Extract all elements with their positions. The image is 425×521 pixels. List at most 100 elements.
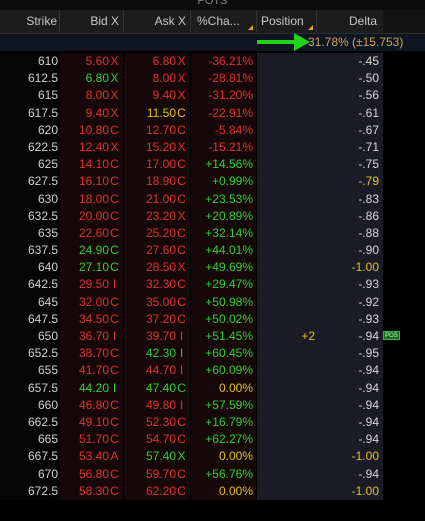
table-row[interactable]: 660 46.80 C 49.80 I +57.59% -.94: [0, 396, 425, 414]
ask-cell[interactable]: 39.70 I: [124, 328, 190, 346]
header-strike[interactable]: Strike: [0, 10, 60, 33]
table-row[interactable]: 655 41.70 C 44.70 I +60.09% -.94: [0, 362, 425, 380]
table-row[interactable]: 637.5 24.90 C 27.60 C +44.01% -.90: [0, 242, 425, 260]
bid-cell[interactable]: 24.90 C: [60, 242, 123, 260]
ask-cell[interactable]: 23.20 X: [124, 207, 190, 225]
bid-cell[interactable]: 20.00 C: [60, 207, 123, 225]
position-cell[interactable]: [257, 310, 317, 328]
ask-cell[interactable]: 57.40 X: [124, 448, 190, 466]
table-row[interactable]: 652.5 38.70 C 42.30 I +60.45% -.95: [0, 345, 425, 363]
ask-cell[interactable]: 35.00 C: [124, 293, 190, 311]
position-cell[interactable]: [257, 242, 317, 260]
bid-cell[interactable]: 14.10 C: [60, 156, 123, 174]
table-row[interactable]: 662.5 49.10 C 52.30 C +16.79% -.94: [0, 413, 425, 432]
ask-cell[interactable]: 42.30 I: [124, 345, 190, 363]
ask-cell[interactable]: 62.20 C: [124, 482, 190, 500]
table-row[interactable]: 640 27.10 C 28.50 X +49.69% -1.00: [0, 259, 425, 277]
bid-cell[interactable]: 8.00 X: [60, 87, 123, 105]
bid-cell[interactable]: 44.20 I: [60, 379, 123, 397]
ask-cell[interactable]: 12.70 C: [124, 121, 190, 139]
bid-cell[interactable]: 49.10 C: [60, 413, 123, 432]
bid-cell[interactable]: 12.40 X: [60, 138, 123, 157]
bid-cell[interactable]: 56.80 C: [60, 465, 123, 483]
ask-cell[interactable]: 25.20 C: [124, 224, 190, 243]
table-row[interactable]: 630 18.00 C 21.00 C +23.53% -.83: [0, 190, 425, 208]
header-position[interactable]: Position: [257, 10, 317, 33]
position-cell[interactable]: [257, 87, 317, 105]
table-row[interactable]: 620 10.80 C 12.70 C -5.84% -.67: [0, 121, 425, 139]
ask-cell[interactable]: 37.20 C: [124, 310, 190, 328]
position-cell[interactable]: [257, 448, 317, 466]
table-row[interactable]: 612.5 6.80 X 8.00 X -28.81% -.50: [0, 70, 425, 88]
bid-cell[interactable]: 38.70 C: [60, 345, 123, 363]
position-cell[interactable]: [257, 53, 317, 71]
ask-cell[interactable]: 9.40 X: [124, 87, 190, 105]
position-cell[interactable]: [257, 482, 317, 500]
table-row[interactable]: 667.5 53.40 A 57.40 X 0.00% -1.00: [0, 448, 425, 466]
bid-cell[interactable]: 10.80 C: [60, 121, 123, 139]
bid-cell[interactable]: 53.40 A: [60, 448, 123, 466]
position-cell[interactable]: [257, 293, 317, 311]
table-row[interactable]: 610 5.60 X 6.80 X -36.21% -.45: [0, 53, 425, 71]
table-row[interactable]: 650 36.70 I 39.70 I +51.45% +2 -.94 POS: [0, 328, 425, 346]
bid-cell[interactable]: 34.50 C: [60, 310, 123, 328]
bid-cell[interactable]: 22.60 C: [60, 224, 123, 243]
ask-cell[interactable]: 32.30 C: [124, 276, 190, 294]
ask-cell[interactable]: 21.00 C: [124, 190, 190, 208]
table-row[interactable]: 645 32.00 C 35.00 C +50.98% -.92: [0, 293, 425, 311]
table-row[interactable]: 670 56.80 C 59.70 C +56.76% -.94: [0, 465, 425, 483]
position-cell[interactable]: [257, 465, 317, 483]
position-cell[interactable]: [257, 224, 317, 243]
ask-cell[interactable]: 18.90 C: [124, 173, 190, 191]
position-cell[interactable]: [257, 362, 317, 380]
position-cell[interactable]: [257, 379, 317, 397]
table-row[interactable]: 657.5 44.20 I 47.40 C 0.00% -.94: [0, 379, 425, 397]
position-cell[interactable]: [257, 121, 317, 139]
header-ask[interactable]: Ask X: [124, 10, 191, 33]
position-cell[interactable]: [257, 431, 317, 449]
table-row[interactable]: 627.5 16.10 C 18.90 C +0.99% -.79: [0, 173, 425, 191]
position-cell[interactable]: [257, 259, 317, 277]
position-cell[interactable]: [257, 345, 317, 363]
table-row[interactable]: 665 51.70 C 54.70 C +62.27% -.94: [0, 431, 425, 449]
bid-cell[interactable]: 36.70 I: [60, 328, 123, 346]
bid-cell[interactable]: 46.80 C: [60, 396, 123, 414]
table-row[interactable]: 625 14.10 C 17.00 C +14.56% -.75: [0, 156, 425, 174]
ask-cell[interactable]: 28.50 X: [124, 259, 190, 277]
position-cell[interactable]: [257, 156, 317, 174]
bid-cell[interactable]: 9.40 X: [60, 104, 123, 122]
table-row[interactable]: 647.5 34.50 C 37.20 C +50.02% -.93: [0, 310, 425, 328]
position-cell[interactable]: [257, 104, 317, 122]
ask-cell[interactable]: 49.80 I: [124, 396, 190, 414]
bid-cell[interactable]: 27.10 C: [60, 259, 123, 277]
table-row[interactable]: 622.5 12.40 X 15.20 X -15.21% -.71: [0, 138, 425, 157]
position-cell[interactable]: [257, 276, 317, 294]
table-row[interactable]: 642.5 29.50 I 32.30 C +29.47% -.93: [0, 276, 425, 294]
position-cell[interactable]: +2: [257, 328, 317, 346]
position-cell[interactable]: [257, 396, 317, 414]
ask-cell[interactable]: 47.40 C: [124, 379, 190, 397]
position-cell[interactable]: [257, 207, 317, 225]
header-change[interactable]: %Cha...: [191, 10, 257, 33]
ask-cell[interactable]: 52.30 C: [124, 413, 190, 432]
ask-cell[interactable]: 59.70 C: [124, 465, 190, 483]
table-row[interactable]: 672.5 58.30 C 62.20 C 0.00% -1.00: [0, 482, 425, 500]
position-cell[interactable]: [257, 173, 317, 191]
table-row[interactable]: 635 22.60 C 25.20 C +32.14% -.88: [0, 224, 425, 243]
table-row[interactable]: 632.5 20.00 C 23.20 X +20.89% -.86: [0, 207, 425, 225]
bid-cell[interactable]: 58.30 C: [60, 482, 123, 500]
position-cell[interactable]: [257, 70, 317, 88]
bid-cell[interactable]: 16.10 C: [60, 173, 123, 191]
position-cell[interactable]: [257, 138, 317, 157]
bid-cell[interactable]: 41.70 C: [60, 362, 123, 380]
bid-cell[interactable]: 6.80 X: [60, 70, 123, 88]
ask-cell[interactable]: 6.80 X: [124, 53, 190, 71]
header-bid[interactable]: Bid X: [60, 10, 124, 33]
bid-cell[interactable]: 18.00 C: [60, 190, 123, 208]
bid-cell[interactable]: 32.00 C: [60, 293, 123, 311]
ask-cell[interactable]: 54.70 C: [124, 431, 190, 449]
position-cell[interactable]: [257, 190, 317, 208]
ask-cell[interactable]: 8.00 X: [124, 70, 190, 88]
ask-cell[interactable]: 15.20 X: [124, 138, 190, 157]
table-row[interactable]: 615 8.00 X 9.40 X -31.20% -.56: [0, 87, 425, 105]
